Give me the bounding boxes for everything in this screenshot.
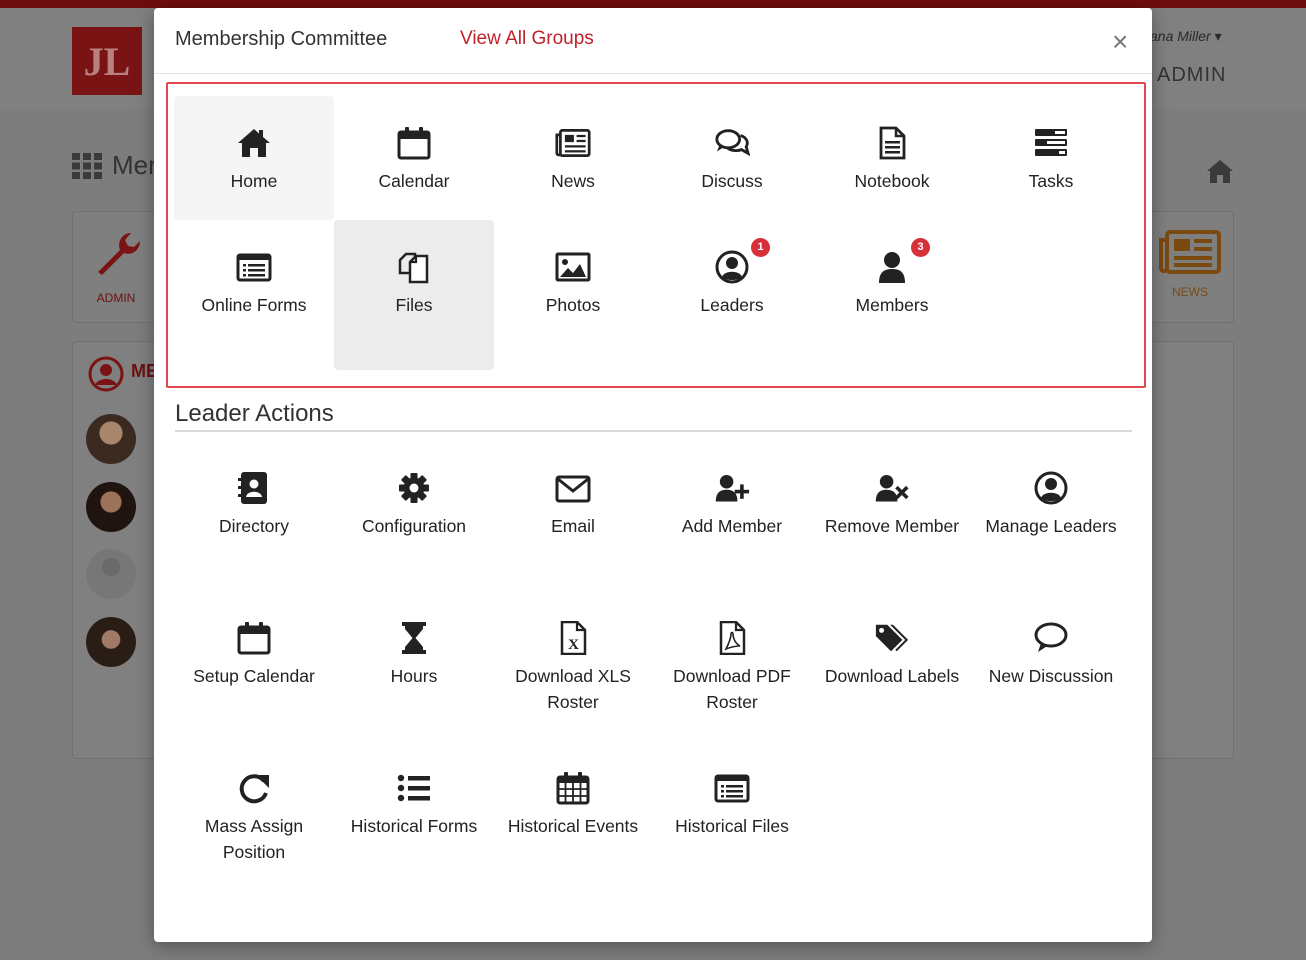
group-modal: Membership Committee View All Groups × H… <box>154 8 1152 942</box>
tags-icon <box>872 621 912 657</box>
calendar-icon <box>234 621 274 657</box>
user-icon: 3 <box>872 238 930 286</box>
group-nav-leaders[interactable]: 1 Leaders <box>652 220 812 370</box>
action-hours[interactable]: Hours <box>334 621 494 689</box>
list-form-icon <box>712 771 752 807</box>
modal-title: Membership Committee <box>175 28 388 50</box>
action-remove-member[interactable]: Remove Member <box>812 471 972 539</box>
group-nav-files[interactable]: Files <box>334 220 494 370</box>
view-all-groups-link[interactable]: View All Groups <box>460 28 594 50</box>
members-count-badge: 3 <box>911 238 930 257</box>
pdf-file-icon <box>712 621 752 657</box>
action-download-labels[interactable]: Download Labels <box>812 621 972 689</box>
group-nav-home[interactable]: Home <box>174 96 334 220</box>
action-download-pdf-roster[interactable]: Download PDF Roster <box>652 621 812 715</box>
user-plus-icon <box>712 471 752 507</box>
admin-tile[interactable]: ADMIN <box>88 228 144 305</box>
group-nav-notebook[interactable]: Notebook <box>812 96 972 220</box>
action-directory[interactable]: Directory <box>174 471 334 539</box>
top-bar <box>0 0 1306 8</box>
user-circle-icon: 1 <box>712 238 770 286</box>
address-book-icon <box>234 471 274 507</box>
list-form-icon <box>234 250 274 286</box>
group-nav-members[interactable]: 3 Members <box>812 220 972 370</box>
action-email[interactable]: Email <box>493 471 653 539</box>
action-historical-files[interactable]: Historical Files <box>652 771 812 839</box>
home-icon <box>234 126 274 162</box>
newspaper-icon <box>553 126 593 162</box>
page-title: Mer <box>112 150 157 180</box>
calendar-icon <box>394 126 434 162</box>
user-times-icon <box>872 471 912 507</box>
action-download-xls-roster[interactable]: X Download XLS Roster <box>493 621 653 715</box>
home-icon[interactable] <box>1206 158 1234 184</box>
list-icon <box>394 771 434 807</box>
action-new-discussion[interactable]: New Discussion <box>971 621 1131 689</box>
gear-icon <box>394 471 434 507</box>
grid-icon <box>72 153 102 179</box>
user-circle-icon <box>1031 471 1071 507</box>
wrench-icon <box>98 233 140 275</box>
group-nav-news[interactable]: News <box>493 96 653 220</box>
files-icon <box>394 250 434 286</box>
envelope-icon <box>553 471 593 507</box>
hourglass-icon <box>394 621 434 657</box>
notebook-icon <box>872 126 912 162</box>
calendar-grid-icon <box>553 771 593 807</box>
jl-logo: JL <box>72 27 142 95</box>
avatar[interactable] <box>86 414 136 464</box>
close-icon[interactable]: × <box>1112 28 1128 56</box>
comments-icon <box>712 126 752 162</box>
leaders-count-badge: 1 <box>751 238 770 257</box>
action-setup-calendar[interactable]: Setup Calendar <box>174 621 334 689</box>
action-historical-forms[interactable]: Historical Forms <box>334 771 494 839</box>
group-nav-calendar[interactable]: Calendar <box>334 96 494 220</box>
svg-text:X: X <box>568 637 579 653</box>
action-manage-leaders[interactable]: Manage Leaders <box>971 471 1131 539</box>
modal-header: Membership Committee View All Groups × <box>154 8 1152 74</box>
avatar[interactable] <box>86 549 136 599</box>
news-tile[interactable]: NEWS <box>1158 230 1222 299</box>
admin-nav-link[interactable]: ADMIN <box>1157 64 1226 87</box>
excel-file-icon: X <box>553 621 593 657</box>
user-circle-icon <box>88 356 124 392</box>
section-divider <box>175 430 1132 432</box>
action-historical-events[interactable]: Historical Events <box>493 771 653 839</box>
action-configuration[interactable]: Configuration <box>334 471 494 539</box>
group-nav-online-forms[interactable]: Online Forms <box>174 220 334 370</box>
comment-icon <box>1031 621 1071 657</box>
user-menu[interactable]: ana Miller ▾ <box>1150 28 1222 45</box>
group-nav-photos[interactable]: Photos <box>493 220 653 370</box>
image-icon <box>553 250 593 286</box>
action-add-member[interactable]: Add Member <box>652 471 812 539</box>
newspaper-icon <box>1159 230 1221 274</box>
tasks-icon <box>1031 126 1071 162</box>
avatar[interactable] <box>86 482 136 532</box>
group-nav-tasks[interactable]: Tasks <box>971 96 1131 220</box>
avatar[interactable] <box>86 617 136 667</box>
leader-actions-title: Leader Actions <box>175 400 334 427</box>
action-mass-assign-position[interactable]: Mass Assign Position <box>174 771 334 865</box>
group-nav-discuss[interactable]: Discuss <box>652 96 812 220</box>
redo-icon <box>234 771 274 807</box>
